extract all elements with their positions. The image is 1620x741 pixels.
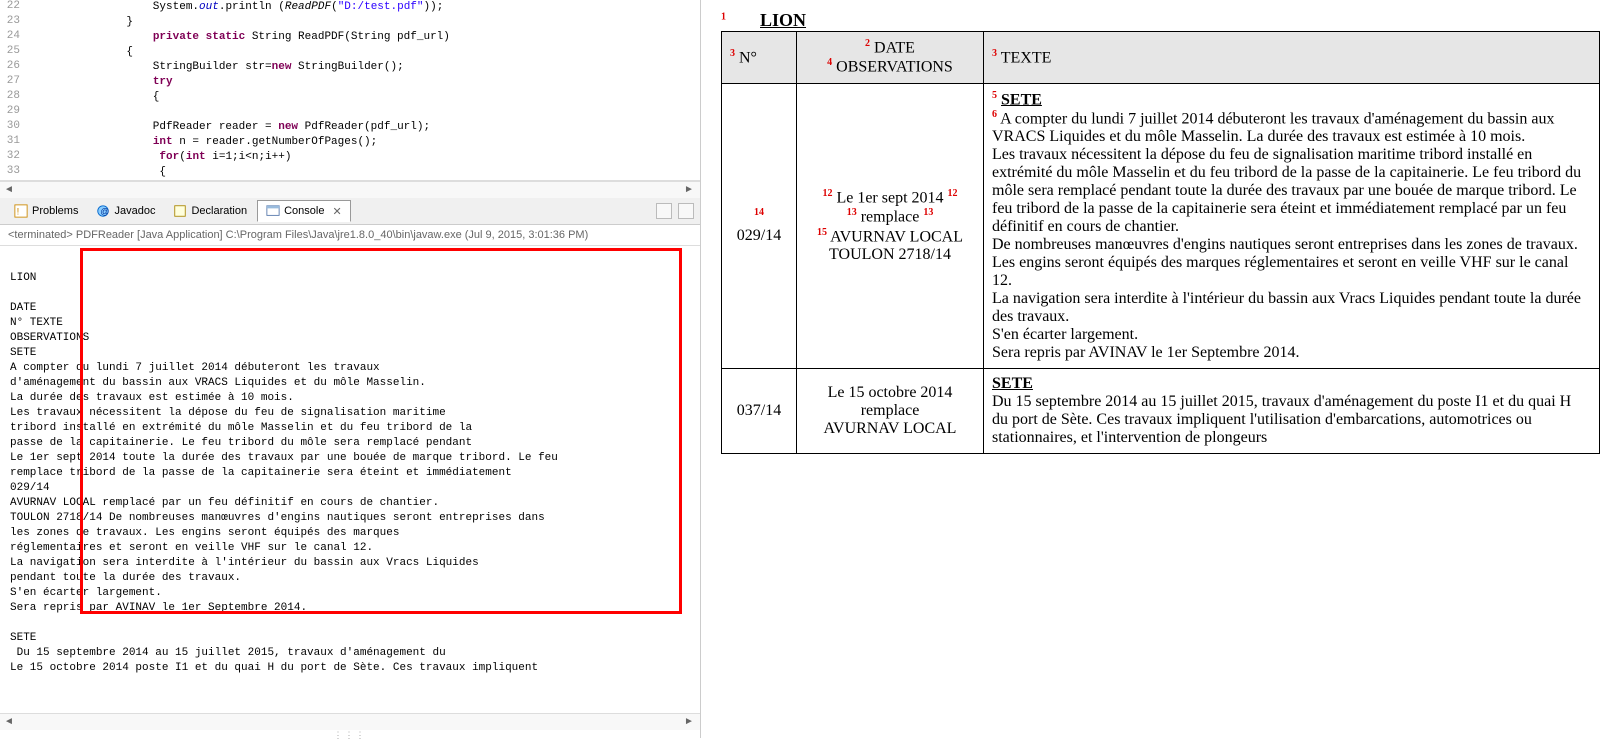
line-number: 30 [7, 120, 20, 132]
cell-date: Le 15 octobre 2014 remplace AVURNAV LOCA… [797, 369, 984, 454]
scroll-left-icon[interactable]: ◄ [4, 184, 16, 196]
header-text: TEXTE [1001, 49, 1052, 66]
tab-label: Problems [32, 205, 78, 217]
cell-text: remplace [861, 209, 920, 226]
svg-text:@: @ [101, 207, 110, 217]
table-header-row: 3 N° 2 DATE 4 OBSERVATIONS 3 TEXTE [722, 32, 1600, 84]
marker: 2 [865, 38, 870, 49]
header-text: N° [739, 49, 757, 66]
scroll-right-icon[interactable]: ► [684, 184, 696, 196]
console-toolbar [656, 203, 694, 219]
table-row: 14 029/14 12 Le 1er sept 2014 12 13 remp… [722, 83, 1600, 369]
editor-scrollbar[interactable]: ◄ ► [0, 181, 700, 198]
tab-label: Console [284, 205, 324, 217]
line-number: 29 [7, 105, 20, 117]
tab-problems[interactable]: ! Problems [6, 201, 86, 221]
doc-title: LION [760, 10, 806, 30]
col-header-date: 2 DATE 4 OBSERVATIONS [797, 32, 984, 84]
resize-handle[interactable]: ⋮⋮⋮ [0, 730, 700, 738]
col-header-num: 3 N° [722, 32, 797, 84]
code-editor[interactable]: 22 23 24 25 26 27 28 29 30 31 32 33 Syst… [0, 0, 700, 181]
marker: 13 [847, 207, 857, 218]
cell-texte: SETE Du 15 septembre 2014 au 15 juillet … [984, 369, 1600, 454]
line-gutter: 22 23 24 25 26 27 28 29 30 31 32 33 [0, 0, 90, 180]
header-text: DATE [874, 39, 915, 56]
marker: 14 [754, 207, 764, 218]
sete-heading: SETE [1001, 91, 1042, 108]
pdf-render-panel: 1 LION 3 N° 2 DATE 4 OBSERVATIONS 3 TEXT… [701, 0, 1620, 738]
code-content[interactable]: System.out.println (ReadPDF("D:/test.pdf… [100, 0, 450, 180]
line-number: 33 [7, 165, 20, 177]
cell-body: A compter du lundi 7 juillet 2014 débute… [992, 110, 1581, 361]
cell-texte: 5 SETE 6 A compter du lundi 7 juillet 20… [984, 83, 1600, 369]
cell-text: AVURNAV LOCAL [824, 420, 957, 437]
cell-text: TOULON 2718/14 [829, 246, 951, 263]
cell-text: AVURNAV LOCAL [830, 228, 963, 245]
scroll-left-icon[interactable]: ◄ [4, 716, 16, 728]
sete-heading: SETE [992, 375, 1033, 392]
marker: 6 [992, 109, 997, 120]
tab-declaration[interactable]: Declaration [165, 201, 255, 221]
marker: 12 [822, 188, 832, 199]
stop-button[interactable] [656, 203, 672, 219]
cell-text: Le 15 octobre 2014 [828, 384, 953, 401]
problems-icon: ! [14, 204, 28, 218]
tab-label: Javadoc [114, 205, 155, 217]
marker: 4 [827, 57, 832, 68]
marker: 3 [730, 48, 735, 59]
bottom-tab-bar: ! Problems @ Javadoc Declaration [0, 198, 700, 225]
ide-panel: 22 23 24 25 26 27 28 29 30 31 32 33 Syst… [0, 0, 701, 738]
marker: 15 [817, 227, 827, 238]
cell-date: 12 Le 1er sept 2014 12 13 remplace 13 15… [797, 83, 984, 369]
header-text: OBSERVATIONS [836, 59, 953, 76]
doc-table: 3 N° 2 DATE 4 OBSERVATIONS 3 TEXTE 14 02… [721, 31, 1600, 454]
line-number: 28 [7, 90, 20, 102]
line-number: 25 [7, 45, 20, 57]
marker: 3 [992, 48, 997, 59]
close-icon[interactable]: ✕ [332, 205, 341, 218]
line-number: 31 [7, 135, 20, 147]
cell-num: 14 029/14 [722, 83, 797, 369]
table-row: 037/14 Le 15 octobre 2014 remplace AVURN… [722, 369, 1600, 454]
doc-title-row: 1 LION [721, 10, 1600, 31]
clear-button[interactable] [678, 203, 694, 219]
console-status-line: <terminated> PDFReader [Java Application… [0, 225, 700, 246]
marker: 1 [721, 12, 726, 23]
line-number: 22 [7, 0, 20, 12]
console-scrollbar[interactable]: ◄ ► [0, 713, 700, 730]
line-number: 26 [7, 60, 20, 72]
declaration-icon [173, 204, 187, 218]
tab-label: Declaration [191, 205, 247, 217]
console-icon [266, 204, 280, 218]
line-number: 32 [7, 150, 20, 162]
cell-text: 029/14 [737, 227, 781, 244]
line-number: 23 [7, 15, 20, 27]
svg-text:!: ! [17, 207, 20, 218]
cell-body: Du 15 septembre 2014 au 15 juillet 2015,… [992, 393, 1571, 446]
col-header-texte: 3 TEXTE [984, 32, 1600, 84]
cell-text: Le 1er sept 2014 [836, 189, 943, 206]
scroll-right-icon[interactable]: ► [684, 716, 696, 728]
marker: 12 [948, 188, 958, 199]
cell-text: remplace [861, 402, 920, 419]
line-number: 27 [7, 75, 20, 87]
marker: 5 [992, 90, 997, 101]
line-number: 24 [7, 30, 20, 42]
console-output[interactable]: LION DATE N° TEXTE OBSERVATIONS SETE A c… [0, 246, 700, 713]
tab-javadoc[interactable]: @ Javadoc [88, 201, 163, 221]
marker: 13 [923, 207, 933, 218]
javadoc-icon: @ [96, 204, 110, 218]
tab-console[interactable]: Console ✕ [257, 200, 351, 222]
cell-num: 037/14 [722, 369, 797, 454]
